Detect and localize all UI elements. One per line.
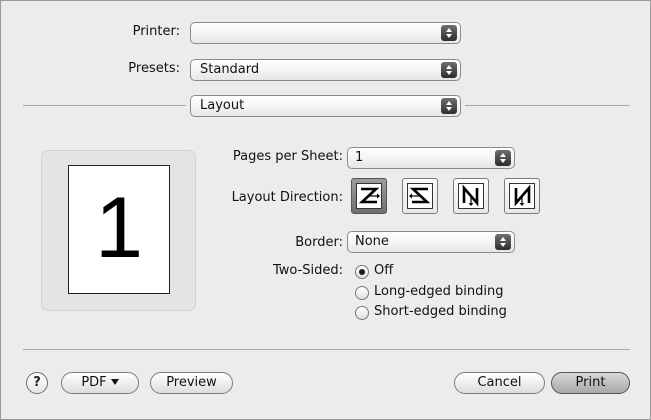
printer-label: Printer: bbox=[132, 24, 180, 39]
panel-popup-value: Layout bbox=[200, 98, 245, 113]
popup-arrows-icon bbox=[441, 25, 457, 41]
layout-direction-z-button[interactable] bbox=[351, 178, 387, 214]
two-sided-short-edge-label: Short-edged binding bbox=[374, 304, 507, 319]
presets-popup-value: Standard bbox=[200, 62, 260, 77]
printer-popup[interactable] bbox=[190, 22, 461, 44]
radio-selected-icon[interactable] bbox=[355, 265, 369, 279]
s-right-to-left-icon bbox=[407, 183, 433, 209]
border-popup[interactable]: None bbox=[347, 231, 515, 253]
cancel-button[interactable]: Cancel bbox=[454, 372, 545, 394]
two-sided-long-edge-label: Long-edged binding bbox=[374, 284, 504, 299]
panel-divider-left bbox=[23, 105, 186, 106]
help-button[interactable]: ? bbox=[26, 372, 48, 394]
presets-popup[interactable]: Standard bbox=[190, 59, 461, 81]
triangle-down-icon bbox=[110, 378, 119, 385]
border-label: Border: bbox=[295, 235, 343, 250]
layout-direction-n-button[interactable] bbox=[453, 178, 489, 214]
two-sided-label: Two-Sided: bbox=[272, 263, 343, 278]
radio-unselected-icon[interactable] bbox=[355, 306, 369, 320]
radio-unselected-icon[interactable] bbox=[355, 286, 369, 300]
z-left-to-right-icon bbox=[356, 183, 382, 209]
layout-direction-s-button[interactable] bbox=[402, 178, 438, 214]
layout-preview-page: 1 bbox=[68, 165, 170, 294]
bottom-divider bbox=[23, 349, 630, 350]
preview-page-number: 1 bbox=[95, 180, 143, 276]
layout-direction-label: Layout Direction: bbox=[231, 190, 343, 205]
preview-button[interactable]: Preview bbox=[150, 372, 233, 394]
popup-arrows-icon bbox=[441, 98, 457, 114]
print-button[interactable]: Print bbox=[551, 372, 630, 394]
panel-divider-right bbox=[465, 105, 630, 106]
pages-per-sheet-value: 1 bbox=[355, 150, 364, 165]
two-sided-off-label: Off bbox=[374, 263, 394, 278]
reverse-n-icon bbox=[509, 183, 535, 209]
pdf-menu-button[interactable]: PDF bbox=[61, 372, 139, 394]
layout-direction-reverse-n-button[interactable] bbox=[504, 178, 540, 214]
panel-popup[interactable]: Layout bbox=[190, 95, 461, 117]
pages-per-sheet-label: Pages per Sheet: bbox=[232, 149, 343, 164]
border-popup-value: None bbox=[355, 234, 389, 249]
pdf-button-label: PDF bbox=[81, 375, 107, 390]
popup-arrows-icon bbox=[441, 62, 457, 78]
popup-arrows-icon bbox=[495, 234, 511, 250]
pages-per-sheet-popup[interactable]: 1 bbox=[347, 147, 515, 169]
print-dialog: Printer: Presets: Standard Layout 1 Page… bbox=[0, 0, 651, 420]
n-top-to-bottom-icon bbox=[458, 183, 484, 209]
popup-arrows-icon bbox=[495, 150, 511, 166]
presets-label: Presets: bbox=[128, 61, 180, 76]
